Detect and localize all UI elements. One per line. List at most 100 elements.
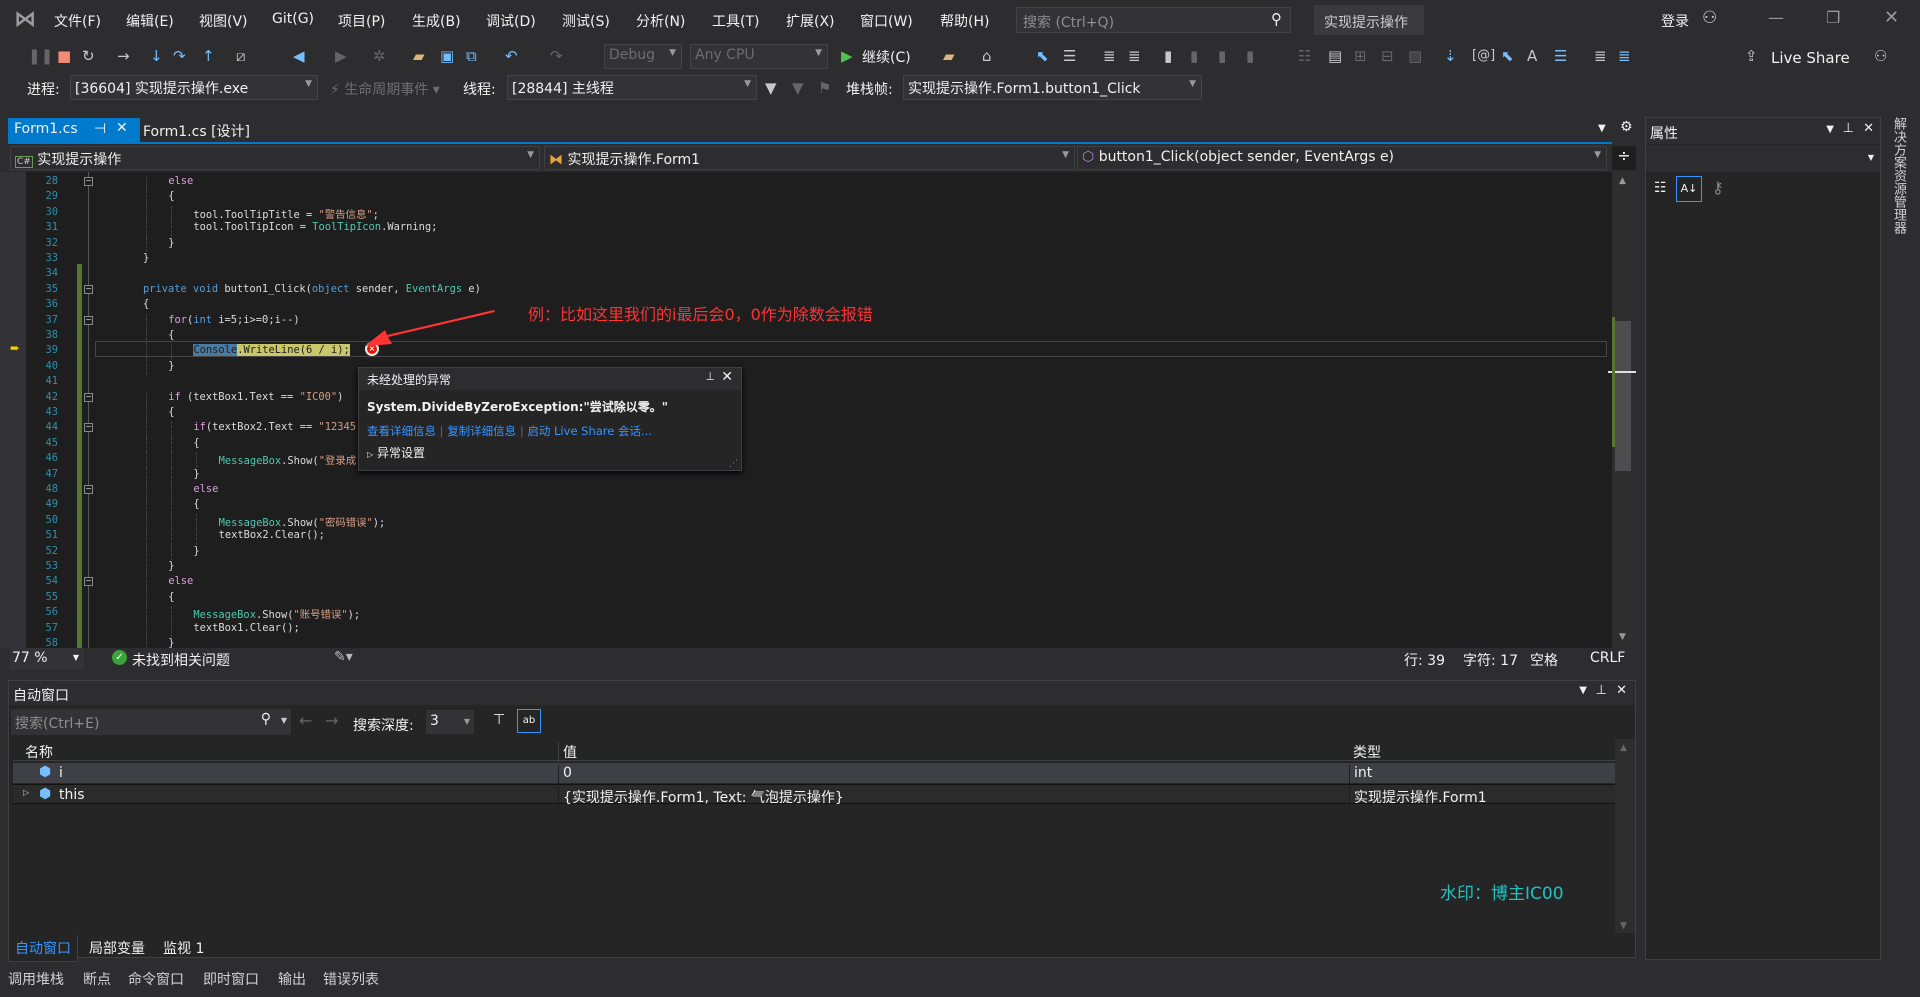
expand-icon[interactable]: ▷ — [23, 788, 29, 797]
home-icon[interactable]: ⌂ — [982, 46, 992, 66]
line-indicator[interactable]: 行: 39 — [1404, 650, 1445, 670]
pin-icon[interactable]: ⊣ — [94, 121, 106, 137]
stack-frame-dropdown[interactable]: 实现提示操作.Form1.button1_Click ▼ — [903, 75, 1202, 100]
menu-help[interactable]: 帮助(H) — [940, 11, 989, 31]
process-dropdown[interactable]: [36604] 实现提示操作.exe ▼ — [70, 75, 318, 100]
property-pages-icon[interactable]: ⚷ — [1712, 178, 1724, 197]
step-out-icon[interactable]: ↑ — [202, 46, 215, 66]
row-value[interactable]: 0 — [558, 765, 572, 785]
config-dropdown[interactable]: Debug ▼ — [604, 44, 682, 69]
menu-tools[interactable]: 工具(T) — [712, 11, 759, 31]
minimize-button[interactable]: — — [1768, 8, 1784, 27]
pause-icon[interactable]: ❚❚ — [28, 46, 53, 66]
tab-command-window[interactable]: 命令窗口 — [128, 969, 184, 989]
pin-icon[interactable]: ⊥ — [1843, 121, 1854, 136]
tab-list-dropdown-icon[interactable]: ▼ — [1598, 123, 1606, 134]
comment-icon[interactable]: ≣ — [1103, 46, 1116, 66]
pin-filter-icon[interactable]: ⊤ — [493, 712, 505, 728]
menu-window[interactable]: 窗口(W) — [860, 11, 913, 31]
outline-icon[interactable]: ☷ — [1298, 46, 1311, 66]
stop-icon[interactable]: ■ — [57, 46, 71, 66]
search-back-icon[interactable]: ← — [299, 711, 312, 730]
table-row[interactable]: ⬢ i 0 int — [13, 763, 1615, 785]
indent-icon[interactable]: ≣ — [1594, 46, 1607, 66]
column-name[interactable]: 名称 — [25, 742, 53, 762]
member-nav-dropdown[interactable]: ⬡ button1_Click(object sender, EventArgs… — [1077, 146, 1607, 170]
menu-analyze[interactable]: 分析(N) — [636, 11, 685, 31]
flag-icon[interactable]: ⚑ — [818, 78, 831, 98]
autos-search-input[interactable]: 搜索(Ctrl+E) ⚲ ▼ — [11, 709, 291, 735]
menu-file[interactable]: 文件(F) — [54, 11, 101, 31]
close-window-button[interactable]: ✕ — [1884, 7, 1899, 28]
platform-dropdown[interactable]: Any CPU ▼ — [690, 44, 828, 69]
prev-bookmark-icon[interactable]: ▮ — [1190, 46, 1198, 66]
pin-icon[interactable]: ⊥ — [705, 370, 715, 383]
open-file-icon[interactable]: ▰ — [413, 46, 425, 66]
line-ending-indicator[interactable]: CRLF — [1590, 650, 1625, 666]
scroll-up-icon[interactable]: ▲ — [1619, 176, 1626, 186]
search-depth-dropdown[interactable]: 3 ▼ — [426, 710, 474, 734]
tab-locals[interactable]: 局部变量 — [89, 938, 145, 958]
live-share-button[interactable]: Live Share — [1771, 49, 1850, 67]
class-nav-dropdown[interactable]: ⧓ 实现提示操作.Form1 ▼ — [544, 146, 1075, 170]
step-filter-icon[interactable]: ⇣ — [1444, 46, 1457, 66]
document-icon[interactable]: ▤ — [1328, 46, 1342, 66]
autos-vertical-scrollbar[interactable]: ▲ ▼ — [1615, 739, 1635, 933]
next-bookmark-icon[interactable]: ▮ — [1218, 46, 1226, 66]
menu-test[interactable]: 测试(S) — [562, 11, 610, 31]
copy-details-link[interactable]: 复制详细信息 — [447, 424, 516, 438]
lifecycle-events-button[interactable]: ⚡ 生命周期事件 ▾ — [330, 79, 440, 99]
tab-breakpoints[interactable]: 断点 — [83, 969, 111, 989]
zoom-dropdown[interactable]: 77 % ▼ — [10, 648, 84, 670]
filter-icon[interactable]: ▼ — [765, 78, 777, 98]
login-link[interactable]: 登录 — [1661, 11, 1689, 31]
tab-autos[interactable]: 自动窗口 — [8, 935, 78, 962]
whitespace-indicator[interactable]: 空格 — [1530, 650, 1558, 670]
split-editor-button[interactable]: ÷ — [1612, 146, 1636, 170]
view-details-link[interactable]: 查看详细信息 — [367, 424, 436, 438]
collapse-toggle-icon[interactable]: − — [84, 392, 93, 402]
navigate-back-icon[interactable]: ◀ — [293, 46, 305, 66]
panel-menu-icon[interactable]: ▼ — [1579, 685, 1587, 696]
tab-immediate-window[interactable]: 即时窗口 — [203, 969, 259, 989]
menu-git[interactable]: Git(G) — [272, 11, 314, 27]
panel-menu-icon[interactable]: ▼ — [1826, 124, 1834, 135]
exception-settings-toggle[interactable]: ▷ 异常设置 — [359, 439, 741, 461]
code-cleanup-icon[interactable]: ✎▾ — [334, 649, 353, 665]
new-project-icon[interactable]: ✲ — [373, 46, 386, 66]
scroll-down-icon[interactable]: ▼ — [1619, 632, 1626, 642]
close-icon[interactable]: ✕ — [1863, 121, 1874, 136]
tab-call-stack[interactable]: 调用堆栈 — [8, 969, 64, 989]
menu-debug[interactable]: 调试(D) — [486, 11, 536, 31]
cursor-icon[interactable]: ⬉ — [1501, 46, 1514, 66]
tab-output[interactable]: 输出 — [278, 969, 306, 989]
code-editor[interactable]: ➨ 28 else 29{30 tool.ToolTipTitle = "警告信息";… — [0, 172, 1612, 648]
restart-icon[interactable]: ↻ — [82, 46, 95, 66]
at-icon[interactable]: [@] — [1472, 46, 1495, 66]
char-indicator[interactable]: 字符: 17 — [1463, 650, 1518, 670]
tab-form1-cs[interactable]: Form1.cs ⊣ ✕ — [8, 118, 140, 142]
issues-status[interactable]: 未找到相关问题 — [132, 650, 230, 670]
menu-project[interactable]: 项目(P) — [338, 11, 385, 31]
continue-play-icon[interactable]: ▶ — [841, 46, 853, 66]
feedback-icon[interactable]: ⚇ — [1874, 46, 1887, 66]
gear-icon[interactable]: ⚙ — [1620, 119, 1633, 135]
scrollbar-thumb[interactable] — [1615, 321, 1631, 471]
save-all-icon[interactable]: ⧉ — [466, 46, 477, 66]
tab-error-list[interactable]: 错误列表 — [323, 969, 379, 989]
row-value[interactable]: {实现提示操作.Form1, Text: 气泡提示操作} — [558, 787, 844, 807]
tree-icon[interactable]: ☰ — [1063, 46, 1076, 66]
search-forward-icon[interactable]: → — [325, 711, 338, 730]
menu-build[interactable]: 生成(B) — [412, 11, 461, 31]
close-icon[interactable]: ✕ — [1616, 683, 1627, 698]
chevron-down-icon[interactable]: ▼ — [281, 716, 287, 725]
add-user-icon[interactable]: ⚇ — [1702, 8, 1717, 28]
alphabetical-icon[interactable]: A↓ — [1676, 176, 1702, 202]
filter-off-icon[interactable]: ▼ — [792, 78, 804, 98]
map-icon[interactable]: ⊟ — [1381, 46, 1394, 66]
close-icon[interactable]: ✕ — [721, 369, 733, 385]
collapse-toggle-icon[interactable]: − — [84, 485, 93, 494]
redo-icon[interactable]: ↷ — [550, 46, 563, 66]
collapse-toggle-icon[interactable]: − — [84, 577, 93, 587]
pin-icon[interactable]: ⊥ — [1596, 683, 1607, 698]
